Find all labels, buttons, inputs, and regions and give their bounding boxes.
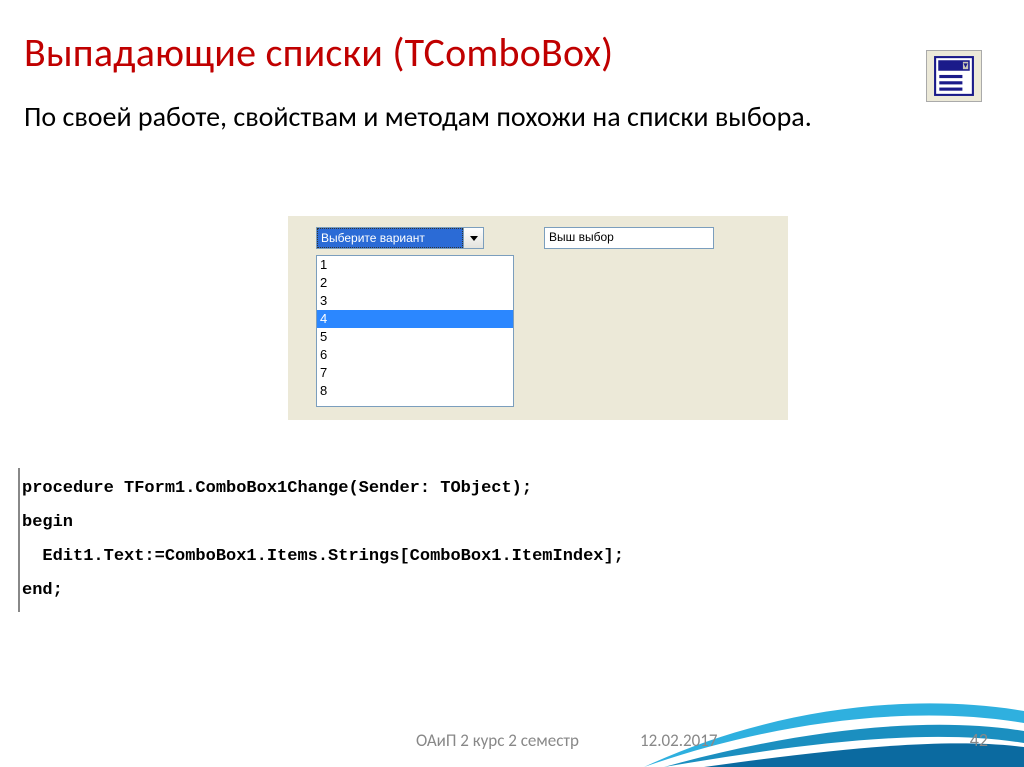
footer-page-number: 42	[970, 729, 988, 751]
list-item[interactable]: 8	[317, 382, 513, 400]
list-item[interactable]: 4	[317, 310, 513, 328]
combobox-icon	[933, 55, 975, 97]
list-item[interactable]: 5	[317, 328, 513, 346]
list-item[interactable]: 2	[317, 274, 513, 292]
list-item[interactable]: 6	[317, 346, 513, 364]
edit-field[interactable]: Выш выбор	[544, 227, 714, 249]
list-item[interactable]: 3	[317, 292, 513, 310]
footer-course: ОАиП 2 курс 2 семестр	[416, 730, 579, 751]
footer-date: 12.02.2017	[640, 730, 718, 751]
code-block: procedure TForm1.ComboBox1Change(Sender:…	[18, 468, 1008, 612]
combobox-dropdown-button[interactable]	[463, 228, 483, 248]
demo-panel: Выберите вариант 12345678 Выш выбор	[288, 216, 788, 420]
footer: ОАиП 2 курс 2 семестр 12.02.2017 42	[0, 721, 1024, 761]
combobox[interactable]: Выберите вариант	[316, 227, 484, 249]
list-item[interactable]: 7	[317, 364, 513, 382]
list-item[interactable]: 1	[317, 256, 513, 274]
slide: Выпадающие списки (TComboBox) По своей р…	[0, 0, 1024, 767]
combobox-selected-text: Выберите вариант	[317, 228, 463, 248]
combobox-toolbar-icon	[926, 50, 982, 102]
slide-title: Выпадающие списки (TComboBox)	[24, 28, 1000, 77]
dropdown-listbox[interactable]: 12345678	[316, 255, 514, 407]
code-text: procedure TForm1.ComboBox1Change(Sender:…	[20, 472, 1008, 608]
body-paragraph: По своей работе, свойствам и методам пох…	[24, 99, 964, 134]
